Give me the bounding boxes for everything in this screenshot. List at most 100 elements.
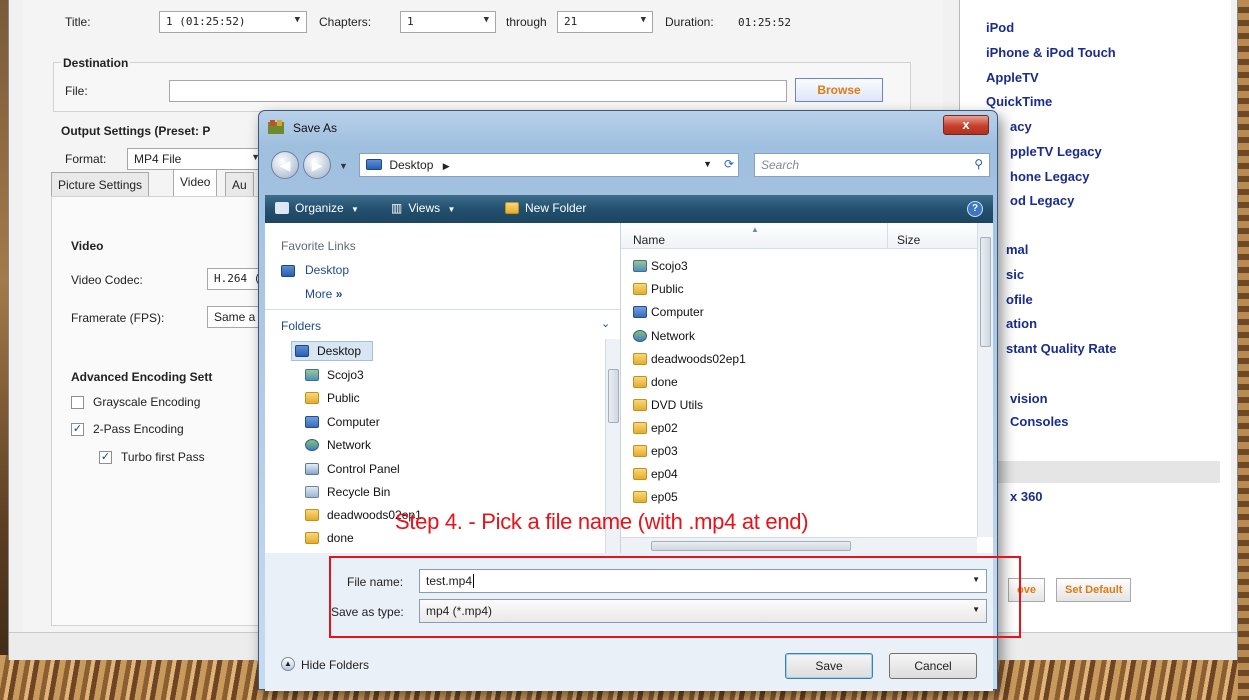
browse-button[interactable]: Browse bbox=[795, 78, 883, 102]
views-label: Views bbox=[408, 201, 441, 215]
folder-icon bbox=[305, 392, 319, 404]
new-folder-label: New Folder bbox=[525, 201, 587, 215]
organize-icon bbox=[275, 202, 289, 214]
two-pass-checkbox[interactable]: ✓ bbox=[71, 423, 84, 436]
file-list-item[interactable]: Scojo3 bbox=[651, 259, 688, 273]
preset-item[interactable]: od Legacy bbox=[1010, 193, 1074, 208]
organize-menu[interactable]: Organize ▼ bbox=[275, 201, 359, 215]
preset-item[interactable]: AppleTV bbox=[986, 70, 1039, 85]
file-list-item[interactable]: DVD Utils bbox=[651, 398, 703, 412]
folder-tree-item[interactable]: Recycle Bin bbox=[327, 485, 390, 499]
preset-item[interactable]: vision bbox=[1010, 391, 1048, 406]
scrollbar-thumb[interactable] bbox=[608, 369, 619, 423]
hide-folders-icon[interactable]: ▲ bbox=[281, 657, 295, 671]
computer-icon bbox=[633, 306, 647, 318]
folder-icon bbox=[633, 376, 647, 388]
address-bar[interactable]: Desktop ▶ ▼ ⟳ bbox=[359, 153, 739, 177]
tab-audio[interactable]: Au bbox=[225, 172, 254, 196]
tab-video[interactable]: Video bbox=[173, 169, 218, 196]
cancel-button[interactable]: Cancel bbox=[889, 653, 977, 679]
output-settings-heading: Output Settings (Preset: P bbox=[61, 124, 211, 138]
folder-tree-item[interactable]: Public bbox=[327, 391, 360, 405]
preset-item[interactable]: mal bbox=[1006, 242, 1028, 257]
chapter-start-select[interactable]: 1 ▼ bbox=[400, 11, 496, 33]
views-menu[interactable]: ▥ Views ▼ bbox=[391, 201, 455, 215]
turbo-first-pass-checkbox[interactable]: ✓ bbox=[99, 451, 112, 464]
preset-item[interactable]: ofile bbox=[1006, 292, 1033, 307]
hide-folders-label[interactable]: Hide Folders bbox=[301, 658, 369, 672]
preset-item[interactable]: ppleTV Legacy bbox=[1010, 144, 1102, 159]
folder-tree-item[interactable]: Scojo3 bbox=[327, 368, 364, 382]
file-list-item[interactable]: ep03 bbox=[651, 444, 678, 458]
preset-selection-highlight bbox=[960, 461, 1220, 483]
close-button[interactable]: x bbox=[943, 115, 989, 135]
chapter-end-value: 21 bbox=[564, 15, 578, 28]
folder-icon bbox=[305, 532, 319, 544]
preset-item[interactable]: x 360 bbox=[1010, 489, 1043, 504]
file-list-item[interactable]: Computer bbox=[651, 305, 704, 319]
more-label: More bbox=[305, 287, 333, 301]
search-input[interactable]: Search ⚲ bbox=[754, 153, 990, 177]
file-list-item[interactable]: ep04 bbox=[651, 467, 678, 481]
chevron-down-icon[interactable]: ▼ bbox=[703, 159, 712, 169]
new-folder-button[interactable]: New Folder bbox=[505, 201, 586, 215]
folder-icon bbox=[633, 468, 647, 480]
advanced-encoding-heading: Advanced Encoding Sett bbox=[71, 370, 213, 384]
file-list-item[interactable]: Network bbox=[651, 329, 695, 343]
scrollbar-thumb[interactable] bbox=[651, 541, 851, 551]
desktop-background-edge bbox=[1238, 0, 1249, 700]
preset-item[interactable]: Consoles bbox=[1010, 414, 1069, 429]
file-list-item[interactable]: ep05 bbox=[651, 490, 678, 504]
computer-icon bbox=[305, 416, 319, 428]
folder-tree-item[interactable]: done bbox=[327, 531, 354, 545]
network-icon bbox=[633, 330, 647, 342]
favorite-link-more[interactable]: More » bbox=[305, 287, 342, 301]
file-list-item[interactable]: deadwoods02ep1 bbox=[651, 352, 746, 366]
set-default-button[interactable]: Set Default bbox=[1056, 578, 1132, 602]
folder-tree-item[interactable]: Desktop bbox=[317, 344, 361, 358]
preset-item[interactable]: acy bbox=[1010, 119, 1032, 134]
column-header-name[interactable]: Name bbox=[633, 233, 665, 247]
preset-item[interactable]: sic bbox=[1006, 267, 1024, 282]
chapter-end-select[interactable]: 21 ▼ bbox=[557, 11, 653, 33]
forward-button[interactable]: ▶ bbox=[303, 151, 331, 179]
folders-heading[interactable]: Folders bbox=[281, 319, 321, 333]
tab-picture-settings[interactable]: Picture Settings bbox=[51, 172, 150, 196]
file-list-item[interactable]: ep02 bbox=[651, 421, 678, 435]
preset-item[interactable]: iPod bbox=[986, 20, 1014, 35]
turbo-first-pass-label: Turbo first Pass bbox=[121, 450, 205, 464]
organize-label: Organize bbox=[295, 201, 344, 215]
preset-item[interactable]: QuickTime bbox=[986, 94, 1052, 109]
format-select[interactable]: MP4 File ▼ bbox=[127, 148, 267, 170]
file-list-vertical-scrollbar[interactable] bbox=[977, 223, 993, 537]
folder-tree-item[interactable]: Network bbox=[327, 438, 371, 452]
recycle-bin-icon bbox=[305, 486, 319, 498]
file-list-horizontal-scrollbar[interactable] bbox=[621, 537, 977, 553]
file-list-item[interactable]: Public bbox=[651, 282, 684, 296]
grayscale-checkbox[interactable] bbox=[71, 396, 84, 409]
folder-tree-item[interactable]: Control Panel bbox=[327, 462, 400, 476]
column-header-row bbox=[621, 223, 993, 249]
scrollbar-thumb[interactable] bbox=[980, 237, 991, 347]
back-button[interactable]: ◀ bbox=[271, 151, 299, 179]
column-header-size[interactable]: Size bbox=[897, 233, 920, 247]
file-list-item[interactable]: done bbox=[651, 375, 678, 389]
chevron-down-icon[interactable]: ⌄ bbox=[601, 317, 610, 330]
favorite-link-desktop[interactable]: Desktop bbox=[305, 263, 349, 277]
folder-tree-item[interactable]: Computer bbox=[327, 415, 380, 429]
recent-pages-chevron-icon[interactable]: ▼ bbox=[339, 161, 348, 171]
refresh-icon[interactable]: ⟳ bbox=[724, 157, 734, 171]
preset-item[interactable]: stant Quality Rate bbox=[1006, 341, 1117, 356]
title-label: Title: bbox=[65, 15, 91, 29]
preset-item[interactable]: iPhone & iPod Touch bbox=[986, 45, 1116, 60]
framerate-label: Framerate (FPS): bbox=[71, 311, 165, 325]
desktop-icon bbox=[295, 345, 309, 357]
destination-file-input[interactable] bbox=[169, 80, 787, 102]
title-select[interactable]: 1 (01:25:52) ▼ bbox=[159, 11, 307, 33]
preset-item[interactable]: ation bbox=[1006, 316, 1037, 331]
through-label: through bbox=[506, 15, 547, 29]
pane-divider bbox=[265, 309, 620, 310]
save-button[interactable]: Save bbox=[785, 653, 873, 679]
preset-item[interactable]: hone Legacy bbox=[1010, 169, 1089, 184]
help-icon[interactable]: ? bbox=[967, 201, 983, 217]
